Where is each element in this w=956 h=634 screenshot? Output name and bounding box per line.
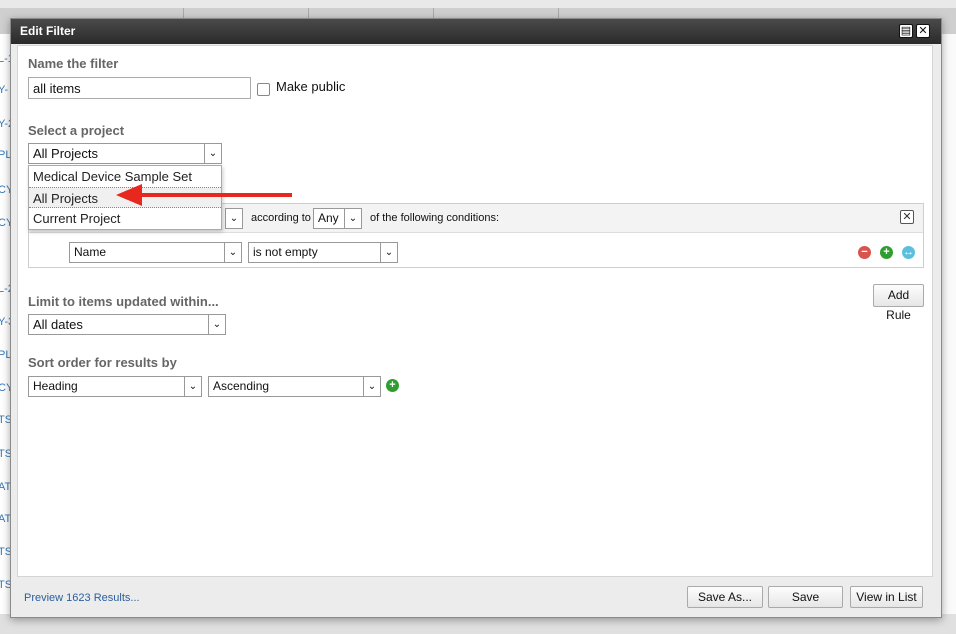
add-rule-button[interactable]: Add Rule xyxy=(873,284,924,322)
view-in-list-button[interactable]: View in List xyxy=(850,586,923,608)
project-label: Select a project xyxy=(28,123,125,138)
expand-rule-icon[interactable]: ↔ xyxy=(902,246,915,259)
chevron-down-icon: ⌄ xyxy=(184,377,201,396)
filter-name-label: Name the filter xyxy=(28,56,119,71)
save-button[interactable]: Save xyxy=(768,586,843,608)
add-sort-icon[interactable]: + xyxy=(386,379,399,392)
chevron-down-icon: ⌄ xyxy=(224,243,241,262)
rule-operator-value: is not empty xyxy=(253,245,318,259)
conditions-suffix-label: of the following conditions: xyxy=(370,212,500,224)
chevron-down-icon: ⌄ xyxy=(226,209,242,228)
chevron-down-icon: ⌄ xyxy=(344,209,361,228)
match-mode-select[interactable]: Any ⌄ xyxy=(313,208,362,229)
limit-select[interactable]: All dates ⌄ xyxy=(28,314,226,335)
preview-results-link[interactable]: Preview 1623 Results... xyxy=(24,592,140,604)
maximize-icon[interactable]: ▤ xyxy=(899,24,913,38)
column-separator xyxy=(183,8,184,18)
dialog-title: Edit Filter xyxy=(20,24,76,38)
project-option-highlighted[interactable]: All Projects xyxy=(29,187,221,208)
rule-field-select[interactable]: Name ⌄ xyxy=(69,242,242,263)
edit-filter-dialog: Edit Filter ▤ ✕ Name the filter Make pub… xyxy=(10,18,942,618)
project-option[interactable]: Current Project xyxy=(29,208,221,229)
dialog-titlebar: Edit Filter ▤ ✕ xyxy=(11,19,941,44)
project-select[interactable]: All Projects ⌄ xyxy=(28,143,222,164)
chevron-down-icon: ⌄ xyxy=(380,243,397,262)
make-public-label: Make public xyxy=(276,79,346,94)
column-separator xyxy=(308,8,309,18)
project-select-value: All Projects xyxy=(33,146,99,161)
dialog-content: Name the filter Make public Select a pro… xyxy=(17,45,933,577)
rule-operator-select[interactable]: is not empty ⌄ xyxy=(248,242,398,263)
rule-field-value: Name xyxy=(74,245,107,259)
add-rule-icon[interactable]: + xyxy=(880,246,893,259)
limit-label: Limit to items updated within... xyxy=(28,294,219,309)
remove-conditions-icon[interactable]: ✕ xyxy=(900,210,914,224)
chevron-down-icon: ⌄ xyxy=(204,144,221,163)
close-icon[interactable]: ✕ xyxy=(916,24,930,38)
save-as-button[interactable]: Save As... xyxy=(687,586,763,608)
conditions-type-select[interactable]: ⌄ xyxy=(225,208,243,229)
project-option[interactable]: Medical Device Sample Set xyxy=(29,166,221,187)
sort-direction-value: Ascending xyxy=(213,379,270,393)
filter-name-input[interactable] xyxy=(28,77,251,99)
remove-rule-icon[interactable]: − xyxy=(858,246,871,259)
sort-direction-select[interactable]: Ascending ⌄ xyxy=(208,376,381,397)
sort-field-select[interactable]: Heading ⌄ xyxy=(28,376,202,397)
column-separator xyxy=(433,8,434,18)
sort-label: Sort order for results by xyxy=(28,355,177,370)
match-mode-value: Any xyxy=(318,211,339,225)
limit-select-value: All dates xyxy=(33,317,83,332)
sort-field-value: Heading xyxy=(33,379,78,393)
project-dropdown-list: Medical Device Sample Set All Projects C… xyxy=(28,165,222,230)
according-to-label: according to xyxy=(251,212,311,224)
make-public-checkbox[interactable] xyxy=(257,83,270,96)
chevron-down-icon: ⌄ xyxy=(208,315,225,334)
chevron-down-icon: ⌄ xyxy=(363,377,380,396)
column-separator xyxy=(558,8,559,18)
